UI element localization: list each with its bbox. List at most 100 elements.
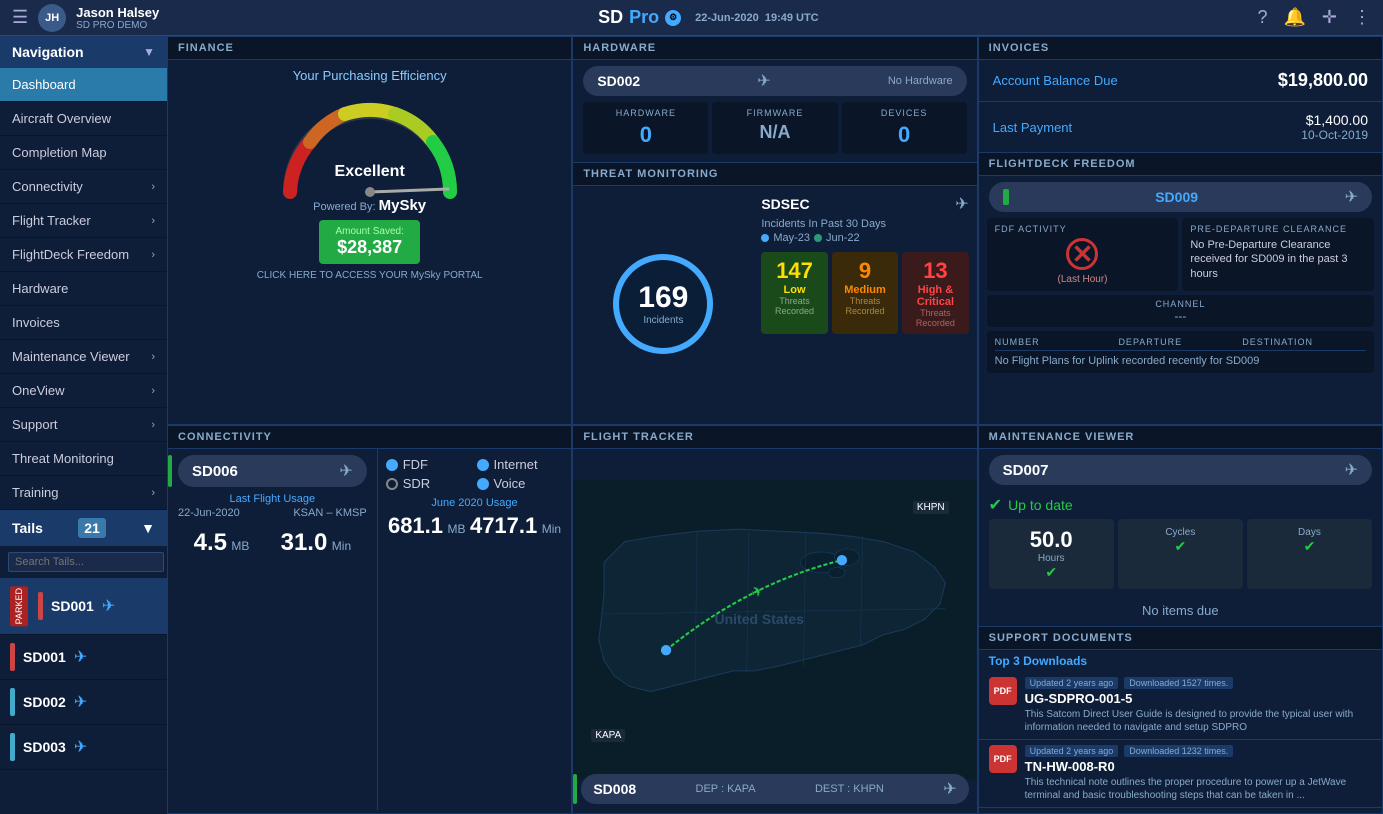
doc-meta-1: Updated 2 years ago Downloaded 1527 time… <box>1025 677 1372 689</box>
tail-color-bar <box>10 688 15 716</box>
conn-data-val: 4.5 <box>194 529 227 556</box>
maint-hours-lbl: Hours <box>997 553 1106 564</box>
tail-item-sd003[interactable]: SD003 ✈ <box>0 725 167 770</box>
fdf-bar-indicator <box>1003 189 1009 205</box>
click-here-link[interactable]: CLICK HERE TO ACCESS YOUR MySky PORTAL <box>257 270 483 281</box>
conn-aircraft-bar[interactable]: SD006 ✈ <box>178 455 367 487</box>
search-input[interactable] <box>8 552 164 572</box>
conn-data-unit: MB <box>231 539 249 553</box>
threat-content: 169 Incidents SDSEC ✈ Incidents In Past … <box>573 186 976 421</box>
fp-number-col: NUMBER <box>995 337 1119 347</box>
fdf-channel-box: CHANNEL --- <box>987 295 1374 327</box>
hardware-aircraft-bar[interactable]: SD002 ✈ No Hardware <box>583 66 966 96</box>
sidebar-item-threat-monitoring[interactable]: Threat Monitoring <box>0 442 167 476</box>
maint-grid: 50.0 Hours ✔ Cycles ✔ Days ✔ <box>989 519 1372 589</box>
tail-item-sd002[interactable]: SD002 ✈ <box>0 680 167 725</box>
finance-header: FINANCE <box>168 37 571 60</box>
hardware-panel: HARDWARE SD002 ✈ No Hardware HARDWARE 0 … <box>573 37 976 163</box>
logo-sd: SD <box>598 7 623 28</box>
range-dot-to <box>814 234 822 242</box>
usage-min-stat: 4717.1 Min <box>470 513 561 539</box>
amount-saved-box: Amount Saved: $28,387 <box>319 220 419 264</box>
flight-infl-bar <box>573 774 577 804</box>
notification-icon[interactable]: 🔔 <box>1283 7 1305 28</box>
tails-chevron[interactable]: ▼ <box>141 520 155 536</box>
radio-internet: Internet <box>477 457 564 472</box>
fdf-activity-icon: ✕ <box>995 238 1171 270</box>
training-chevron: › <box>151 487 155 499</box>
maint-days-cell: Days ✔ <box>1247 519 1372 589</box>
nav-header[interactable]: Navigation ▼ <box>0 36 167 68</box>
flightdeck-panel: FLIGHTDECK FREEDOM SD009 ✈ FDF ACTIVITY … <box>979 153 1382 424</box>
doc-item-1[interactable]: PDF Updated 2 years ago Downloaded 1527 … <box>979 672 1382 740</box>
sidebar-item-flightdeck-freedom[interactable]: FlightDeck Freedom › <box>0 238 167 272</box>
range-dot-from <box>761 234 769 242</box>
datetime: 22-Jun-2020 19:49 UTC <box>695 12 819 24</box>
sdsec-bar: SDSEC ✈ <box>761 194 968 214</box>
sidebar-item-hardware[interactable]: Hardware <box>0 272 167 306</box>
sidebar-item-dashboard[interactable]: Dashboard <box>0 68 167 102</box>
sidebar-item-invoices[interactable]: Invoices <box>0 306 167 340</box>
kapa-label: KAPA <box>591 729 625 742</box>
threat-panel: THREAT MONITORING 169 Incidents SDSEC ✈ <box>573 163 976 424</box>
doc-updated-2: Updated 2 years ago <box>1025 745 1119 757</box>
doc-info-1: Updated 2 years ago Downloaded 1527 time… <box>1025 677 1372 734</box>
maintenance-support-column: MAINTENANCE VIEWER SD007 ✈ ✔ Up to date … <box>978 425 1383 814</box>
radio-voice: Voice <box>477 476 564 491</box>
sidebar-item-connectivity[interactable]: Connectivity › <box>0 170 167 204</box>
med-num: 9 <box>840 258 890 284</box>
low-sub: Threats Recorded <box>769 296 819 316</box>
more-icon[interactable]: ⋮ <box>1353 7 1371 28</box>
doc-item-2[interactable]: PDF Updated 2 years ago Downloaded 1232 … <box>979 740 1382 808</box>
account-balance-label[interactable]: Account Balance Due <box>993 73 1118 88</box>
sidebar-item-oneview[interactable]: OneView › <box>0 374 167 408</box>
doc-item-3[interactable]: PDF Updated 2 years ago Downloaded 1198 … <box>979 808 1382 813</box>
fp-destination-col: DESTINATION <box>1242 337 1366 347</box>
sidebar-item-flight-tracker[interactable]: Flight Tracker › <box>0 204 167 238</box>
flightdeck-header: FLIGHTDECK FREEDOM <box>979 153 1382 176</box>
khpn-label: KHPN <box>913 501 949 514</box>
high-sub: Threats Recorded <box>910 308 960 328</box>
tail-item-sd001[interactable]: SD001 ✈ <box>0 635 167 680</box>
maint-tail: SD007 <box>1003 462 1049 479</box>
sidebar-item-support[interactable]: Support › <box>0 408 167 442</box>
last-payment-label[interactable]: Last Payment <box>993 120 1073 135</box>
app-title: SD Pro ⚙ 22-Jun-2020 19:49 UTC <box>598 7 819 28</box>
sidebar-item-training[interactable]: Training › <box>0 476 167 510</box>
invoices-balance-row: Account Balance Due $19,800.00 <box>979 60 1382 102</box>
high-num: 13 <box>910 258 960 284</box>
tails-header[interactable]: Tails 21 ▼ <box>0 510 167 546</box>
sidebar-item-maintenance-viewer[interactable]: Maintenance Viewer › <box>0 340 167 374</box>
tail-name: SD001 <box>51 598 94 614</box>
hardware-value: 0 <box>589 122 702 148</box>
usage-mb-stat: 681.1 MB <box>388 513 466 539</box>
finance-panel: FINANCE Your Purchasing Efficiency <box>167 36 572 425</box>
sidebar-item-completion-map[interactable]: Completion Map <box>0 136 167 170</box>
fdf-aircraft-bar[interactable]: SD009 ✈ <box>989 182 1372 212</box>
connectivity-body: SD006 ✈ Last Flight Usage 22-Jun-2020 KS… <box>168 449 571 810</box>
sidebar-item-aircraft-overview[interactable]: Aircraft Overview <box>0 102 167 136</box>
radio-internet-circle <box>477 459 489 471</box>
fdf-channel-value: --- <box>995 309 1366 323</box>
radio-voice-circle <box>477 478 489 490</box>
usage-mb-val: 681.1 <box>388 513 443 538</box>
flight-aircraft-bar[interactable]: SD008 DEP : KAPA DEST : KHPN ✈ <box>581 774 968 804</box>
tail-item-sd001-active[interactable]: PARKED SD001 ✈ <box>0 578 167 635</box>
hamburger-icon[interactable]: ☰ <box>12 7 28 28</box>
last-payment-info: $1,400.00 10-Oct-2019 <box>1301 112 1368 142</box>
maint-aircraft-bar[interactable]: SD007 ✈ <box>989 455 1372 485</box>
search-box: Search <box>0 546 167 578</box>
help-icon[interactable]: ? <box>1257 7 1267 28</box>
gear-icon: ⚙ <box>665 10 681 26</box>
doc-updated-1: Updated 2 years ago <box>1025 677 1119 689</box>
support-chevron: › <box>151 419 155 431</box>
maint-cycles-lbl: Cycles <box>1126 527 1235 538</box>
tails-label: Tails <box>12 520 43 536</box>
sdsec-label: SDSEC <box>761 196 809 212</box>
maint-cycles-cell: Cycles ✔ <box>1118 519 1243 589</box>
add-icon[interactable]: ✛ <box>1322 7 1337 28</box>
invoices-header: INVOICES <box>979 37 1382 60</box>
invoices-payment-row: Last Payment $1,400.00 10-Oct-2019 <box>979 102 1382 152</box>
hardware-status: No Hardware <box>888 75 953 87</box>
doc-desc-2: This technical note outlines the proper … <box>1025 776 1372 802</box>
